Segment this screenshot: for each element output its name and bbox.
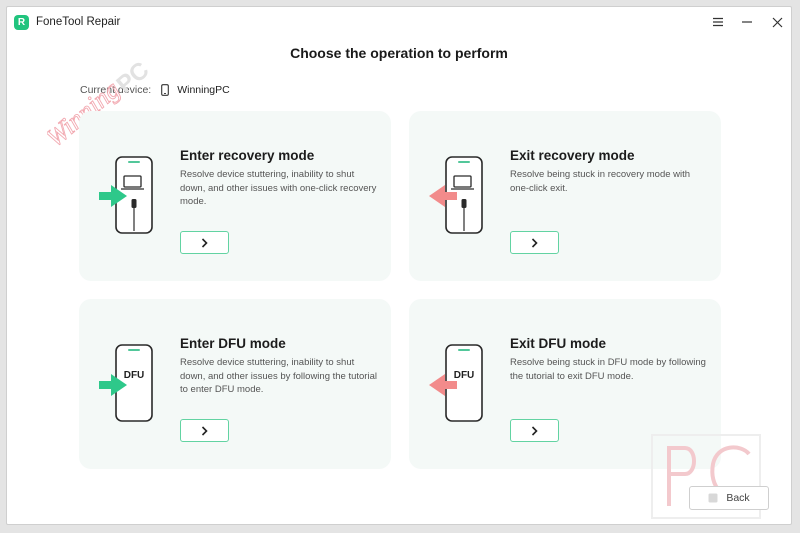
current-device: Current device: WinningPC (80, 84, 230, 96)
app-logo-icon: R (14, 15, 29, 30)
title-bar: R FoneTool Repair (7, 7, 791, 39)
card-exit-dfu-mode[interactable]: DFU Exit DFU mode Resolve being stuck in… (409, 299, 721, 469)
app-window: R FoneTool Repair Choose the operation t… (6, 6, 792, 525)
current-device-name: WinningPC (177, 84, 230, 96)
card-enter-recovery-mode[interactable]: Enter recovery mode Resolve device stutt… (79, 111, 391, 281)
card-title: Enter DFU mode (180, 336, 286, 351)
close-icon[interactable] (766, 11, 788, 33)
card-description: Resolve device stuttering, inability to … (180, 169, 377, 207)
chevron-right-icon (531, 237, 538, 248)
app-title: FoneTool Repair (36, 16, 121, 28)
back-icon (708, 493, 718, 503)
dfu-text: DFU (454, 370, 475, 381)
card-enter-dfu-mode[interactable]: DFU Enter DFU mode Resolve device stutte… (79, 299, 391, 469)
exit-recovery-illustration (429, 156, 483, 234)
chevron-right-icon (201, 237, 208, 248)
back-button[interactable]: Back (689, 486, 769, 510)
enter-dfu-go-button[interactable] (180, 419, 229, 442)
enter-dfu-illustration: DFU (99, 344, 153, 422)
card-title: Exit DFU mode (510, 336, 607, 351)
card-description: Resolve being stuck in recovery mode wit… (510, 169, 691, 194)
minimize-icon[interactable] (736, 11, 758, 33)
exit-dfu-go-button[interactable] (510, 419, 559, 442)
card-title: Exit recovery mode (510, 148, 635, 163)
exit-dfu-illustration: DFU (429, 344, 483, 422)
card-description: Resolve device stuttering, inability to … (180, 357, 377, 395)
menu-icon[interactable] (707, 11, 729, 33)
card-description: Resolve being stuck in DFU mode by follo… (510, 357, 706, 382)
phone-icon (161, 84, 170, 96)
chevron-right-icon (201, 425, 208, 436)
current-device-label: Current device: (80, 84, 152, 96)
dfu-text: DFU (124, 370, 145, 381)
chevron-right-icon (531, 425, 538, 436)
exit-recovery-go-button[interactable] (510, 231, 559, 254)
enter-recovery-go-button[interactable] (180, 231, 229, 254)
enter-recovery-illustration (99, 156, 153, 234)
card-title: Enter recovery mode (180, 148, 315, 163)
page-title: Choose the operation to perform (290, 45, 508, 61)
card-exit-recovery-mode[interactable]: Exit recovery mode Resolve being stuck i… (409, 111, 721, 281)
back-label: Back (726, 492, 750, 504)
